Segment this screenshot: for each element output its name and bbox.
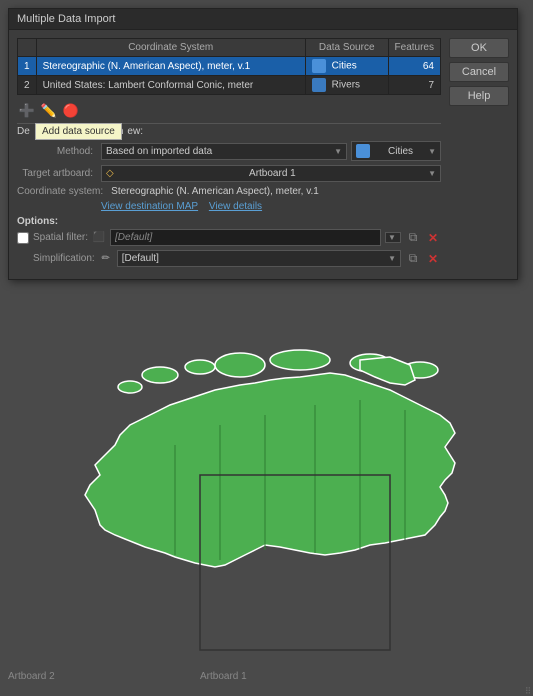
destination-row: De stination artboard n ew: (17, 126, 441, 137)
target-artboard-arrow: ▼ (428, 169, 436, 178)
method-select[interactable]: Based on imported data ▼ (101, 143, 347, 160)
simplification-remove-icon[interactable]: ✕ (425, 251, 441, 267)
simplification-select[interactable]: [Default] ▼ (117, 250, 401, 267)
layer-icon (356, 144, 370, 158)
resize-handle[interactable]: ⠿ (523, 686, 533, 696)
spatial-filter-label: Spatial filter: (33, 232, 88, 243)
simplification-icon: ✏ (99, 252, 113, 266)
row-features: 64 (388, 57, 440, 76)
artboard2-label: Artboard 2 (8, 671, 55, 682)
destination-suffix: stination artboard n (38, 126, 124, 137)
view-details-link[interactable]: View details (209, 201, 262, 212)
links-row: View destination MAP View details (17, 201, 441, 212)
simplification-value: [Default] (122, 253, 159, 264)
method-row: Method: Based on imported data ▼ Cities … (17, 141, 441, 161)
dialog-titlebar: Multiple Data Import (9, 9, 517, 30)
row-data-source: Cities (305, 57, 388, 76)
spatial-filter-row: Spatial filter: ⬛ ▼ ⧉ ✕ (17, 229, 441, 246)
dialog-body: Coordinate System Data Source Features 1… (9, 30, 517, 279)
dialog-main: Coordinate System Data Source Features 1… (17, 38, 441, 271)
simplification-label: Simplification: (33, 253, 95, 264)
dialog-title: Multiple Data Import (17, 13, 115, 25)
row-num: 2 (18, 76, 37, 95)
layer-select-arrow: ▼ (428, 147, 436, 156)
target-artboard-label: Target artboard: (17, 168, 97, 179)
row-coordinate-system: United States: Lambert Conformal Conic, … (36, 76, 305, 95)
spatial-filter-input[interactable] (110, 229, 381, 246)
simplification-arrow: ▼ (388, 254, 396, 263)
row-features: 7 (388, 76, 440, 95)
help-button[interactable]: Help (449, 86, 509, 106)
table-row[interactable]: 1 Stereographic (N. American Aspect), me… (18, 57, 441, 76)
view-destination-map-link[interactable]: View destination MAP (101, 201, 198, 212)
spatial-filter-copy-icon[interactable]: ⧉ (405, 230, 421, 246)
coordinate-system-row: Coordinate system: Stereographic (N. Ame… (17, 186, 441, 197)
col-header-num (18, 39, 37, 57)
layer-select-value: Cities (388, 146, 413, 157)
row-num: 1 (18, 57, 37, 76)
spatial-filter-remove-icon[interactable]: ✕ (425, 230, 441, 246)
toolbar-row: ➕ ✏️ 🔴 Add data source (17, 101, 441, 121)
dialog-buttons: OK Cancel Help (449, 38, 509, 271)
layer-select[interactable]: Cities ▼ (351, 141, 441, 161)
multiple-data-import-dialog: Multiple Data Import Coordinate System D… (8, 8, 518, 280)
artboard1-label: Artboard 1 (200, 671, 247, 682)
spatial-filter-checkbox[interactable] (17, 232, 29, 244)
simplification-row: Simplification: ✏ [Default] ▼ ⧉ ✕ (17, 250, 441, 267)
canada-map-svg (40, 345, 500, 665)
ok-button[interactable]: OK (449, 38, 509, 58)
coordinate-system-value: Stereographic (N. American Aspect), mete… (111, 186, 319, 197)
import-table: Coordinate System Data Source Features 1… (17, 38, 441, 95)
col-header-data-source: Data Source (305, 39, 388, 57)
method-label: Method: (17, 146, 97, 157)
destination-ew: ew: (127, 126, 143, 137)
coordinate-system-label: Coordinate system: (17, 186, 107, 197)
datasource-icon (312, 78, 326, 92)
links-space (202, 201, 205, 212)
datasource-icon (312, 59, 326, 73)
row-coordinate-system: Stereographic (N. American Aspect), mete… (36, 57, 305, 76)
remove-data-source-button[interactable]: 🔴 (61, 101, 81, 121)
spatial-filter-dropdown[interactable]: ▼ (385, 232, 401, 243)
method-select-arrow: ▼ (334, 147, 342, 156)
col-header-coordinate-system: Coordinate System (36, 39, 305, 57)
target-artboard-select[interactable]: ◇ Artboard 1 ▼ (101, 165, 441, 182)
cancel-button[interactable]: Cancel (449, 62, 509, 82)
artboard-icon: ◇ (106, 168, 114, 179)
edit-data-source-button[interactable]: ✏️ (39, 101, 59, 121)
options-label: Options: (17, 216, 441, 227)
target-artboard-row: Target artboard: ◇ Artboard 1 ▼ (17, 165, 441, 182)
spatial-filter-icon: ⬛ (92, 231, 106, 245)
method-select-value: Based on imported data (106, 146, 212, 157)
destination-label: De (17, 126, 34, 137)
target-artboard-value: Artboard 1 (249, 168, 296, 179)
table-row[interactable]: 2 United States: Lambert Conformal Conic… (18, 76, 441, 95)
map-area: Artboard 2 Artboard 1 ⠿ (0, 335, 533, 696)
simplification-copy-icon[interactable]: ⧉ (405, 251, 421, 267)
row-data-source: Rivers (305, 76, 388, 95)
add-data-source-button[interactable]: ➕ (17, 101, 37, 121)
col-header-features: Features (388, 39, 440, 57)
